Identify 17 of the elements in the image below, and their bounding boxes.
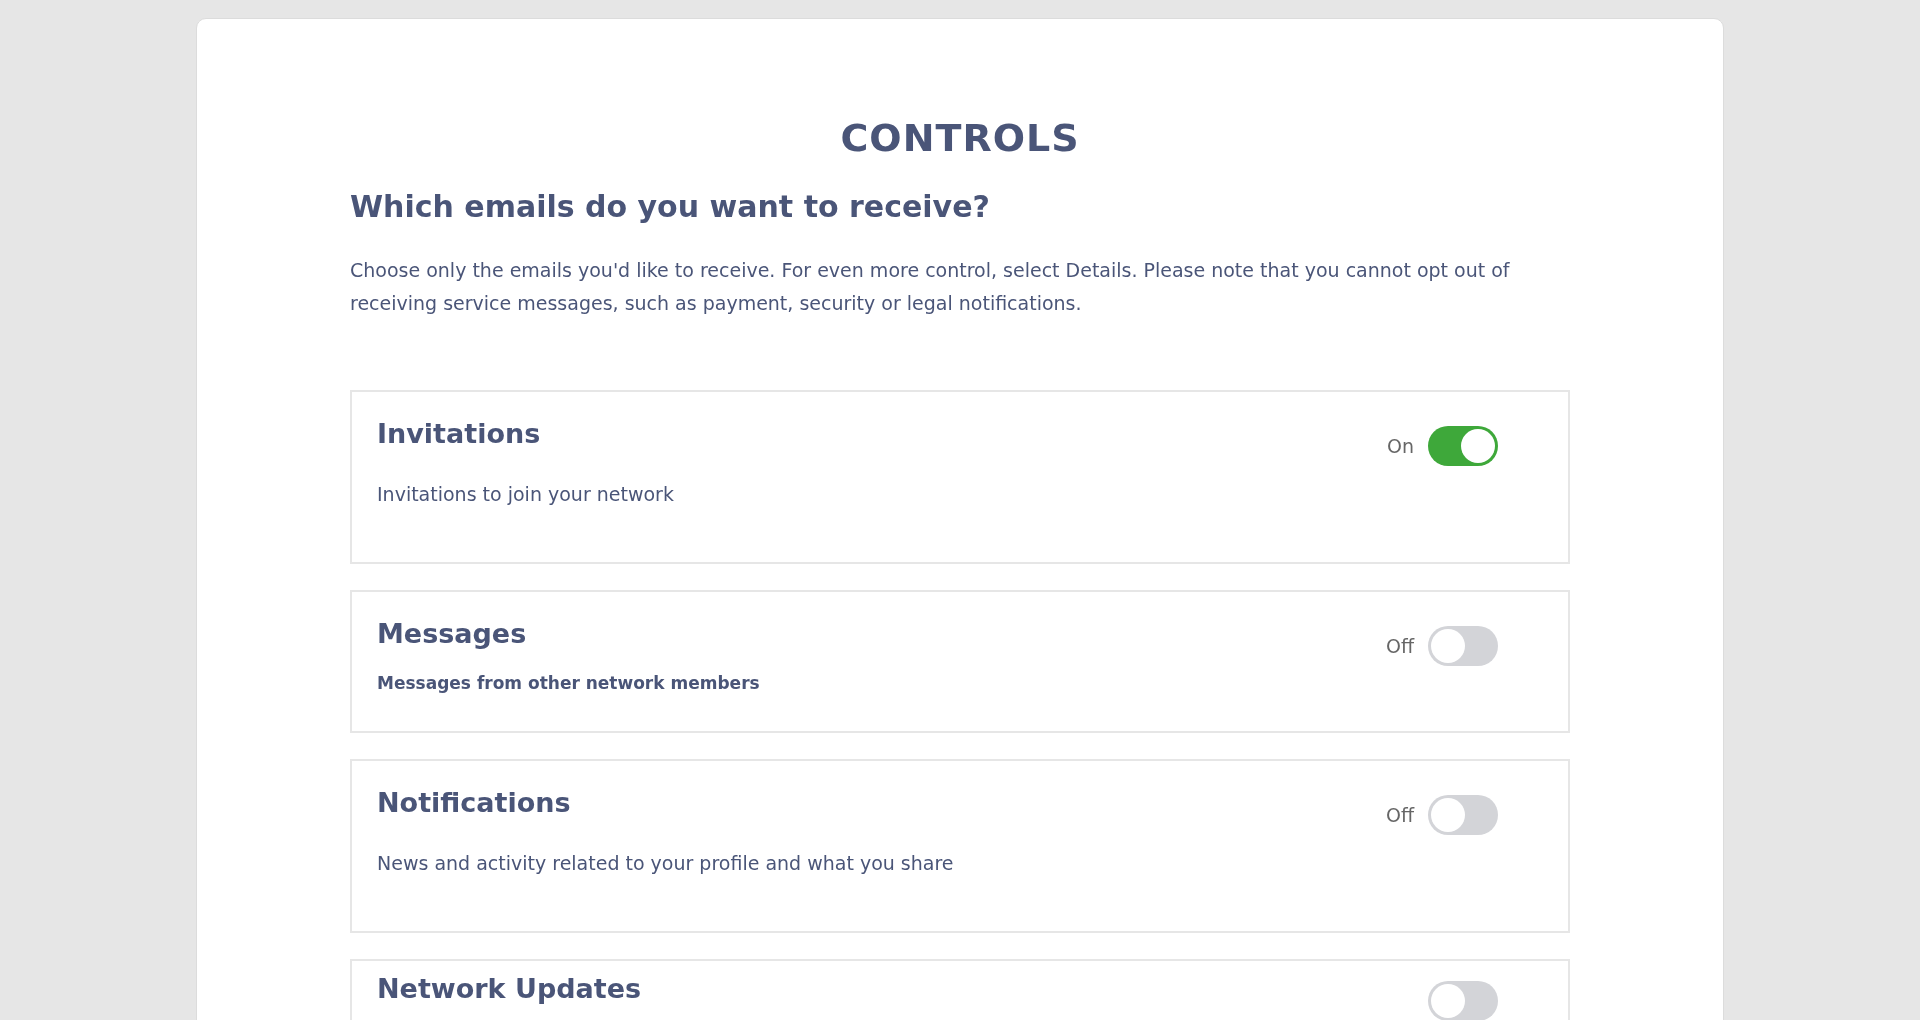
- toggle-switch[interactable]: [1428, 981, 1498, 1020]
- toggle-state-label: On: [1387, 435, 1414, 457]
- section-heading: Which emails do you want to receive?: [350, 189, 991, 224]
- setting-title: Network Updates: [377, 973, 642, 1004]
- setting-title: Messages: [377, 618, 528, 649]
- setting-title: Notifications: [377, 787, 572, 818]
- setting-title: Invitations: [377, 418, 542, 449]
- toggle-switch[interactable]: [1428, 426, 1498, 466]
- toggle-state-label: Off: [1385, 804, 1414, 826]
- toggle-switch[interactable]: [1428, 626, 1498, 666]
- setting-description: News and activity related to your profile and what you share: [377, 852, 954, 874]
- setting-description: Messages from other network members: [377, 673, 760, 693]
- page-title: CONTROLS: [839, 115, 1081, 157]
- intro-text: Choose only the emails you'd like to receive. For even more control, select Details. Please note that you cannot opt out of receiving service messages, such as payment, security or legal notifications.: [350, 258, 1511, 316]
- toggle-state-label: Off: [1385, 635, 1414, 657]
- toggle-switch[interactable]: [1428, 795, 1498, 835]
- setting-description: Invitations to join your network: [377, 483, 674, 505]
